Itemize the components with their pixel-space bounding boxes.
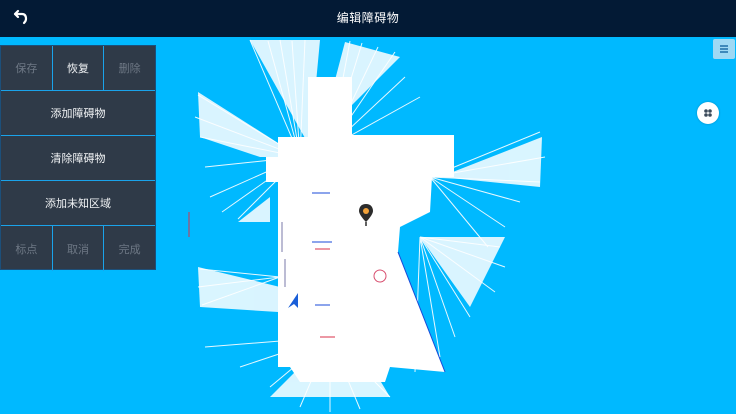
cancel-button[interactable]: 取消 — [53, 226, 105, 271]
toolbar-bottom-row: 标点 取消 完成 — [1, 226, 155, 271]
delete-button[interactable]: 删除 — [104, 46, 156, 91]
layer-toggle-button[interactable] — [697, 102, 719, 124]
robot-arrow-icon — [288, 293, 298, 308]
menu-button[interactable] — [713, 39, 735, 59]
hamburger-menu-icon — [720, 45, 728, 53]
grid-layer-icon — [704, 109, 712, 117]
page-title: 编辑障碍物 — [336, 11, 400, 25]
mark-point-button[interactable]: 标点 — [1, 226, 53, 271]
add-unknown-area-button[interactable]: 添加未知区域 — [1, 181, 155, 226]
location-pin-icon — [359, 204, 373, 226]
restore-button[interactable]: 恢复 — [52, 46, 105, 91]
robot-position — [286, 292, 302, 310]
location-pin[interactable] — [357, 203, 375, 227]
header-bar: 编辑障碍物 — [0, 0, 736, 37]
toolbar-top-row: 保存 恢复 删除 — [1, 46, 156, 91]
save-button[interactable]: 保存 — [1, 46, 53, 91]
add-obstacle-button[interactable]: 添加障碍物 — [1, 91, 155, 136]
edit-toolbar: 保存 恢复 删除 添加障碍物 清除障碍物 添加未知区域 标点 取消 完成 — [0, 45, 156, 271]
clear-obstacle-button[interactable]: 清除障碍物 — [1, 136, 155, 181]
finish-button[interactable]: 完成 — [104, 226, 155, 271]
